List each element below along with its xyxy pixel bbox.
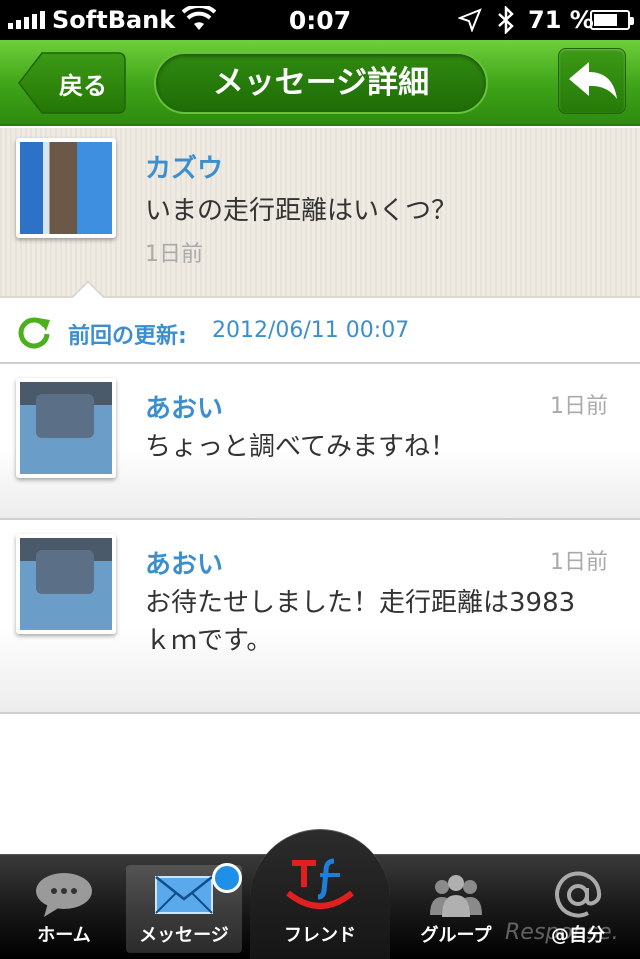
battery-icon [590, 10, 634, 30]
avatar-photo [20, 142, 112, 234]
tab-home[interactable]: ホーム [0, 855, 128, 959]
reply-arrow-icon [569, 62, 617, 99]
speech-bubble-icon [36, 873, 92, 917]
message-text: いまの走行距離はいくつ？ [145, 196, 458, 226]
tab-label: メッセージ [139, 925, 229, 946]
tab-messages[interactable]: メッセージ [126, 855, 242, 959]
message-text: ちょっと調べてみますね！ [145, 432, 456, 462]
reply-button[interactable] [558, 48, 626, 114]
battery-percent: 71 % [528, 6, 594, 34]
avatar[interactable] [16, 138, 116, 238]
back-button[interactable]: 戻る [18, 52, 126, 114]
at-sign-icon [555, 871, 602, 918]
last-update-value: 2012/06/11 00:07 [212, 318, 410, 343]
tab-groups[interactable]: グループ [392, 855, 520, 959]
list-item[interactable]: あおい 1日前 ちょっと調べてみますね！ [0, 364, 640, 520]
status-bar: SoftBank 0:07 71 % [0, 0, 640, 40]
tf-smile-logo-icon [286, 858, 354, 909]
notification-badge [212, 863, 242, 893]
watermark: Response. [505, 920, 619, 945]
message-time: 1日前 [550, 394, 608, 419]
list-item[interactable]: あおい 1日前 お待たせしました！走行距離は3983ｋｍです。 [0, 520, 640, 714]
message-text: お待たせしました！走行距離は3983ｋｍです。 [145, 588, 576, 656]
original-message: カズウ いまの走行距離はいくつ？ 1日前 [0, 128, 640, 314]
sender-name[interactable]: あおい [145, 388, 223, 425]
avatar[interactable] [16, 378, 116, 478]
tab-friends[interactable]: フレンド [250, 829, 390, 959]
refresh-icon [18, 317, 50, 349]
back-button-label: 戻る [59, 72, 107, 100]
avatar-photo [20, 382, 112, 474]
last-update-row[interactable]: 前回の更新: 2012/06/11 00:07 [0, 298, 640, 364]
page-title: メッセージ詳細 [212, 65, 430, 101]
last-update-label: 前回の更新: [68, 324, 187, 349]
location-arrow-icon [458, 8, 482, 32]
envelope-icon [155, 876, 213, 914]
avatar-photo [20, 538, 112, 630]
tab-label: フレンド [284, 925, 356, 946]
message-time: 1日前 [550, 550, 608, 575]
sender-name[interactable]: カズウ [145, 148, 223, 185]
tab-label: ホーム [37, 925, 91, 946]
avatar[interactable] [16, 534, 116, 634]
bluetooth-icon [498, 6, 514, 34]
sender-name[interactable]: あおい [145, 544, 223, 581]
navigation-bar: 戻る メッセージ詳細 [0, 40, 640, 126]
tab-label: グループ [420, 925, 492, 946]
people-icon [430, 875, 482, 917]
page-title-pill: メッセージ詳細 [154, 52, 488, 114]
message-time: 1日前 [145, 242, 203, 267]
